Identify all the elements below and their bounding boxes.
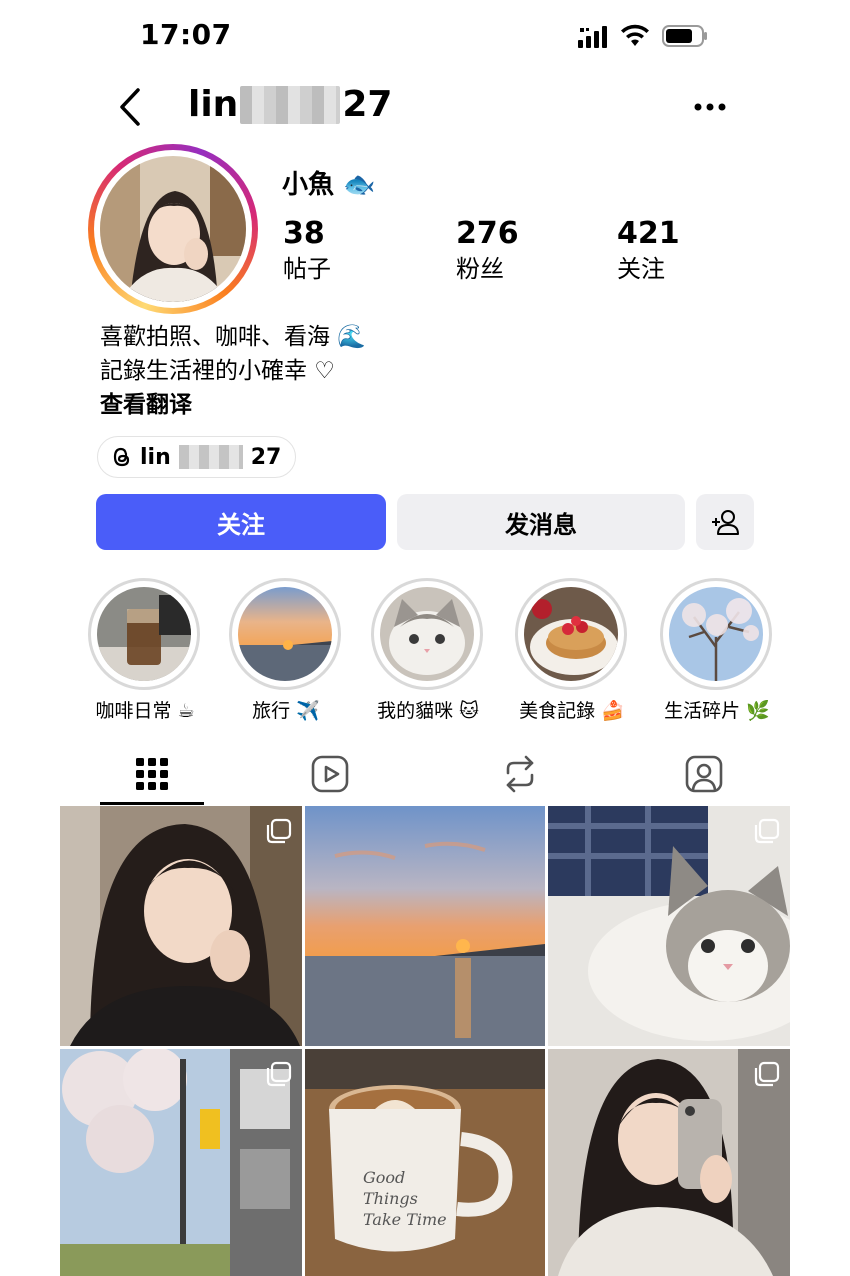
- multiple-photos-icon: [266, 818, 292, 844]
- multiple-photos-icon: [266, 1061, 292, 1087]
- bio-line-1: 喜歡拍照、咖啡、看海 🌊: [100, 324, 366, 350]
- add-person-icon: [712, 510, 739, 535]
- highlight-ring: [371, 578, 483, 690]
- highlight-cover: [97, 587, 191, 681]
- status-bar: 17:07: [0, 0, 850, 70]
- highlight-food[interactable]: 美食記錄 🍰: [515, 578, 629, 722]
- highlight-cover: [380, 587, 474, 681]
- stat-posts-label: 帖子: [283, 255, 331, 283]
- highlight-cover: [524, 587, 618, 681]
- bio-line-2: 記錄生活裡的小確幸 ♡: [100, 358, 335, 384]
- stat-following-label: 关注: [617, 255, 665, 283]
- tab-posts[interactable]: [100, 742, 204, 806]
- post-tile[interactable]: [60, 1049, 302, 1276]
- highlight-cat[interactable]: 我的貓咪 🐱: [371, 578, 485, 722]
- profile-header: lin 27: [0, 72, 850, 144]
- highlight-ring: [88, 578, 200, 690]
- profile-avatar[interactable]: [88, 144, 258, 314]
- post-tile[interactable]: [548, 1049, 790, 1276]
- message-button[interactable]: 发消息: [397, 494, 685, 550]
- highlight-label: 美食記錄 🍰: [519, 700, 625, 722]
- highlight-life[interactable]: 生活碎片 🌿: [660, 578, 774, 722]
- highlight-label: 旅行 ✈️: [252, 700, 320, 722]
- profile-bio: 喜歡拍照、咖啡、看海 🌊 記錄生活裡的小確幸 ♡ 查看翻译: [100, 320, 740, 422]
- highlight-ring: [660, 578, 772, 690]
- highlight-cover: [669, 587, 763, 681]
- display-name: 小魚 🐟: [282, 170, 376, 200]
- username-redaction: [240, 85, 341, 124]
- stat-followers-label: 粉丝: [456, 255, 504, 283]
- post-grid: Good Things Take Time: [60, 806, 790, 1276]
- latte-photo: [305, 1049, 545, 1276]
- post-tile[interactable]: [60, 806, 302, 1046]
- tab-tagged[interactable]: [652, 742, 756, 806]
- reels-icon: [311, 755, 349, 793]
- repost-icon: [506, 755, 534, 793]
- avatar-portrait-icon: [100, 156, 246, 302]
- cat-icon: [380, 587, 474, 681]
- sunset-sea-icon: [238, 587, 332, 681]
- tagged-icon: [685, 755, 723, 793]
- tab-reposts[interactable]: [468, 742, 572, 806]
- cherry-blossom-icon: [669, 587, 763, 681]
- highlight-ring: [229, 578, 341, 690]
- highlight-label: 咖啡日常 ☕: [95, 700, 195, 722]
- highlight-ring: [515, 578, 627, 690]
- content-tabs: [60, 742, 790, 806]
- multiple-photos-icon: [754, 1061, 780, 1087]
- multiple-photos-icon: [754, 818, 780, 844]
- cellular-signal-icon: [578, 26, 607, 48]
- active-tab-indicator: [100, 802, 204, 805]
- status-time: 17:07: [140, 18, 232, 51]
- threads-handle-prefix: lin: [140, 444, 171, 470]
- stat-followers-count: 276: [456, 216, 519, 251]
- username-suffix: 27: [342, 84, 393, 125]
- wifi-icon: [621, 24, 649, 46]
- battery-icon: [662, 25, 707, 47]
- username-prefix: lin: [188, 84, 239, 125]
- mug-text: Good Things Take Time: [363, 1168, 447, 1229]
- avatar-photo: [100, 156, 246, 302]
- stat-following[interactable]: 421 关注: [617, 216, 680, 286]
- tab-reels[interactable]: [278, 742, 382, 806]
- post-tile[interactable]: [548, 806, 790, 1046]
- stat-posts[interactable]: 38 帖子: [283, 216, 331, 286]
- threads-handle-suffix: 27: [250, 444, 282, 470]
- highlight-coffee[interactable]: 咖啡日常 ☕: [88, 578, 202, 722]
- more-options-icon[interactable]: [690, 92, 730, 122]
- post-tile[interactable]: [305, 806, 547, 1046]
- threads-badge[interactable]: lin 27: [97, 436, 297, 478]
- highlight-label: 我的貓咪 🐱: [377, 700, 479, 722]
- threads-icon: [113, 447, 130, 467]
- post-tile[interactable]: Good Things Take Time: [305, 1049, 547, 1276]
- threads-handle-redaction: [178, 445, 243, 469]
- follow-button[interactable]: 关注: [96, 494, 386, 550]
- grid-icon: [136, 758, 168, 790]
- stat-followers[interactable]: 276 粉丝: [456, 216, 519, 286]
- suggested-users-button[interactable]: [696, 494, 754, 550]
- see-translation-link[interactable]: 查看翻译: [100, 388, 740, 422]
- highlight-travel[interactable]: 旅行 ✈️: [229, 578, 343, 722]
- highlight-cover: [238, 587, 332, 681]
- stat-posts-count: 38: [283, 216, 325, 251]
- coffee-cup-icon: [97, 587, 191, 681]
- back-arrow-icon[interactable]: [112, 84, 152, 130]
- avatar-ring-gap: [94, 150, 252, 308]
- profile-username: lin 27: [188, 84, 392, 125]
- stat-following-count: 421: [617, 216, 680, 251]
- highlight-label: 生活碎片 🌿: [664, 700, 770, 722]
- pancakes-icon: [524, 587, 618, 681]
- sunset-photo: [305, 806, 545, 1046]
